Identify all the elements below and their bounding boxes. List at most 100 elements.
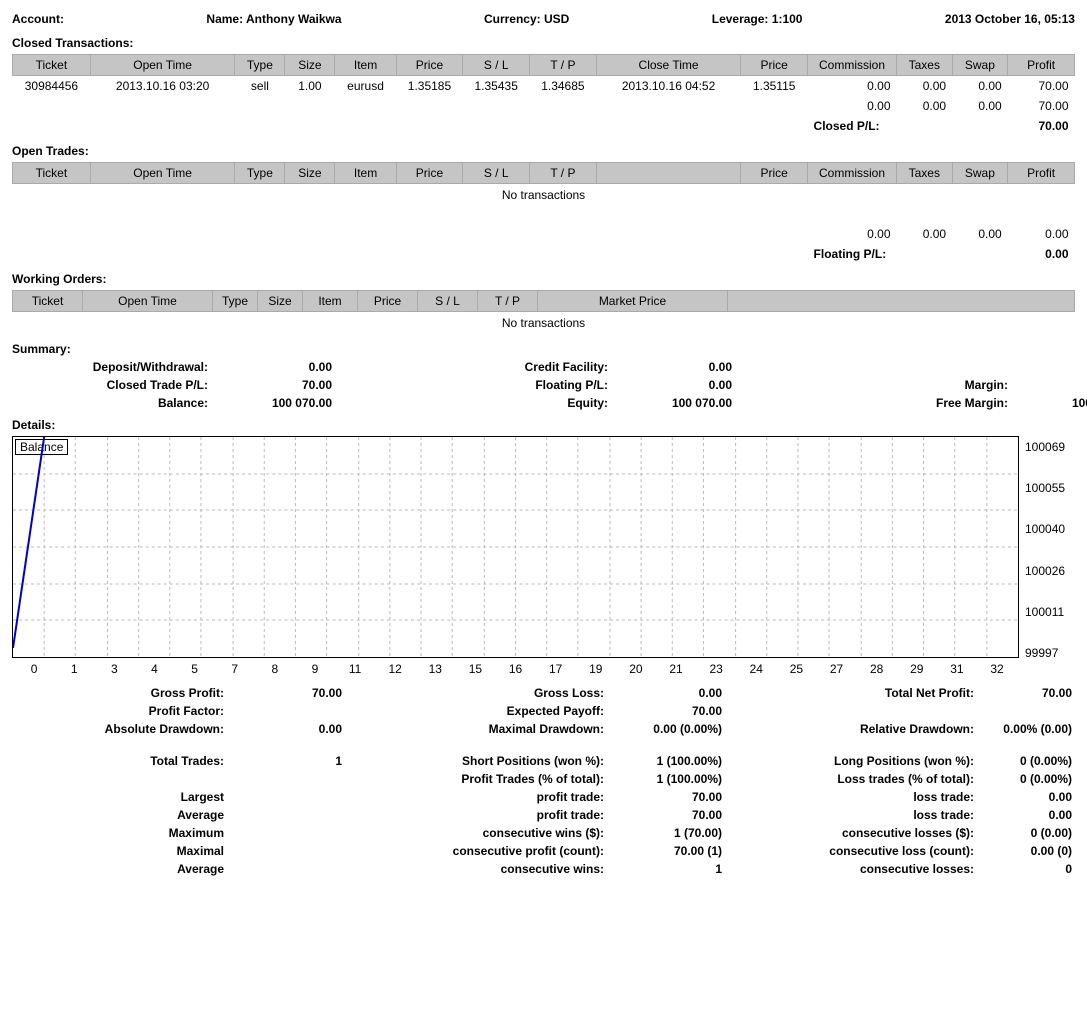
equity-label: Equity: — [412, 396, 612, 410]
deposit-label: Deposit/Withdrawal: — [12, 360, 212, 374]
col-swap: Swap — [952, 55, 1008, 76]
profit-factor-value — [232, 704, 342, 718]
net-profit-label: Total Net Profit: — [722, 686, 982, 700]
balance-line — [13, 437, 44, 648]
chart-x-axis: 0134578911121315161719202123242527282931… — [12, 658, 1019, 676]
col-sl: S / L — [463, 55, 530, 76]
loss-trades-label: Loss trades (% of total): — [722, 772, 982, 786]
loss-trades-value: 0 (0.00%) — [982, 772, 1072, 786]
largest-profit-trade-label: profit trade: — [342, 790, 612, 804]
no-transactions: No transactions — [13, 184, 1075, 207]
col-type: Type — [235, 55, 285, 76]
avg-cons-wins-label: consecutive wins: — [342, 862, 612, 876]
col-open-time: Open Time — [90, 55, 235, 76]
summary-grid: Deposit/Withdrawal: 0.00 Credit Facility… — [12, 360, 1075, 410]
max-cons-wins-label: consecutive wins ($): — [342, 826, 612, 840]
margin-label: Margin: — [812, 378, 1012, 392]
max-cons-loss-label: consecutive loss (count): — [722, 844, 982, 858]
summary-title: Summary: — [12, 342, 1075, 356]
average2-label: Average — [12, 862, 232, 876]
rel-dd-value: 0.00% (0.00) — [982, 722, 1072, 736]
avg-loss-trade-label: loss trade: — [722, 808, 982, 822]
closed-pl-row: Closed P/L: 70.00 — [13, 116, 1075, 136]
max-cons-wins-value: 1 (70.00) — [612, 826, 722, 840]
col-commission: Commission — [808, 55, 897, 76]
abs-dd-label: Absolute Drawdown: — [12, 722, 232, 736]
gross-loss-label: Gross Loss: — [342, 686, 612, 700]
maximal-label: Maximal — [12, 844, 232, 858]
working-orders-title: Working Orders: — [12, 272, 1075, 286]
floating-value: 0.00 — [612, 378, 732, 392]
gross-profit-label: Gross Profit: — [12, 686, 232, 700]
largest-loss-trade-value: 0.00 — [982, 790, 1072, 804]
open-trades-table: TicketOpen TimeTypeSizeItemPriceS / LT /… — [12, 162, 1075, 264]
open-trades-title: Open Trades: — [12, 144, 1075, 158]
free-margin-label: Free Margin: — [812, 396, 1012, 410]
details-title: Details: — [12, 418, 1075, 432]
max-dd-label: Maximal Drawdown: — [342, 722, 612, 736]
closed-pl-value: 70.00 — [212, 378, 332, 392]
profit-trades-value: 1 (100.00%) — [612, 772, 722, 786]
profit-factor-label: Profit Factor: — [12, 704, 232, 718]
working-orders-table: TicketOpen TimeTypeSizeItemPriceS / LT /… — [12, 290, 1075, 334]
floating-pl-row: Floating P/L: 0.00 — [13, 244, 1075, 264]
max-cons-losses-value: 0 (0.00) — [982, 826, 1072, 840]
max-dd-value: 0.00 (0.00%) — [612, 722, 722, 736]
short-positions-value: 1 (100.00%) — [612, 754, 722, 768]
col-size: Size — [285, 55, 335, 76]
avg-cons-losses-label: consecutive losses: — [722, 862, 982, 876]
abs-dd-value: 0.00 — [232, 722, 342, 736]
balance-value: 100 070.00 — [212, 396, 332, 410]
maximum-label: Maximum — [12, 826, 232, 840]
long-positions-label: Long Positions (won %): — [722, 754, 982, 768]
average-label: Average — [12, 808, 232, 822]
equity-value: 100 070.00 — [612, 396, 732, 410]
table-header-row: TicketOpen TimeTypeSizeItemPriceS / LT /… — [13, 163, 1075, 184]
currency: Currency: USD — [484, 12, 569, 26]
table-header-row: Ticket Open Time Type Size Item Price S … — [13, 55, 1075, 76]
free-margin-value: 100 070.00 — [1012, 396, 1087, 410]
col-ticket: Ticket — [13, 55, 91, 76]
net-profit-value: 70.00 — [982, 686, 1072, 700]
closed-pl-label: Closed Trade P/L: — [12, 378, 212, 392]
margin-value: 0.00 — [1012, 378, 1087, 392]
credit-value: 0.00 — [612, 360, 732, 374]
expected-payoff-label: Expected Payoff: — [342, 704, 612, 718]
max-cons-profit-value: 70.00 (1) — [612, 844, 722, 858]
leverage: Leverage: 1:100 — [712, 12, 803, 26]
long-positions-value: 0 (0.00%) — [982, 754, 1072, 768]
col-profit: Profit — [1008, 55, 1075, 76]
no-transactions: No transactions — [13, 312, 1075, 335]
expected-payoff-value: 70.00 — [612, 704, 722, 718]
account-label: Account: — [12, 12, 64, 26]
statistics-grid: Gross Profit:70.00 Gross Loss:0.00 Total… — [12, 686, 1075, 876]
name: Name: Anthony Waikwa — [206, 12, 341, 26]
largest-loss-trade-label: loss trade: — [722, 790, 982, 804]
largest-profit-trade-value: 70.00 — [612, 790, 722, 804]
avg-profit-trade-label: profit trade: — [342, 808, 612, 822]
avg-profit-trade-value: 70.00 — [612, 808, 722, 822]
closed-transactions-table: Ticket Open Time Type Size Item Price S … — [12, 54, 1075, 136]
closed-transactions-title: Closed Transactions: — [12, 36, 1075, 50]
chart-y-axis: 10006910005510004010002610001199997 — [1019, 436, 1075, 664]
balance-chart: Balance 01345789111213151617192021232425… — [12, 436, 1075, 676]
balance-label: Balance: — [12, 396, 212, 410]
floating-label: Floating P/L: — [412, 378, 612, 392]
deposit-value: 0.00 — [212, 360, 332, 374]
col-close-price: Price — [741, 55, 808, 76]
gross-loss-value: 0.00 — [612, 686, 722, 700]
max-cons-losses-label: consecutive losses ($): — [722, 826, 982, 840]
totals-row: 0.00 0.00 0.00 0.00 — [13, 224, 1075, 244]
table-header-row: TicketOpen TimeTypeSizeItemPriceS / LT /… — [13, 291, 1075, 312]
rel-dd-label: Relative Drawdown: — [722, 722, 982, 736]
largest-label: Largest — [12, 790, 232, 804]
table-row: 30984456 2013.10.16 03:20 sell 1.00 euru… — [13, 76, 1075, 97]
col-tp: T / P — [530, 55, 597, 76]
profit-trades-label: Profit Trades (% of total): — [342, 772, 612, 786]
total-trades-label: Total Trades: — [12, 754, 232, 768]
max-cons-profit-label: consecutive profit (count): — [342, 844, 612, 858]
credit-label: Credit Facility: — [412, 360, 612, 374]
col-price: Price — [396, 55, 463, 76]
col-close-time: Close Time — [596, 55, 741, 76]
account-header: Account: Name: Anthony Waikwa Currency: … — [12, 12, 1075, 26]
